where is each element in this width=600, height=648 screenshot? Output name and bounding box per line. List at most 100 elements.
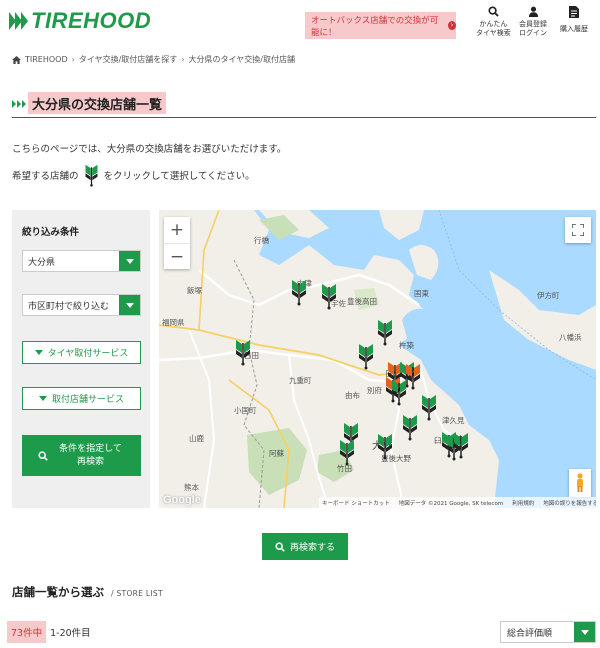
tirehood-logo[interactable]: TIREHOOD: [9, 8, 151, 34]
map-label-iizuka: 飯塚: [187, 286, 202, 295]
zoom-out-button[interactable]: −: [164, 243, 190, 269]
search-icon: [488, 6, 499, 17]
store-pin-icon[interactable]: [391, 378, 407, 406]
user-icon: [528, 6, 538, 17]
breadcrumb-find-store[interactable]: タイヤ交換/取付店舗を探す: [79, 54, 177, 65]
street-view-pegman[interactable]: [569, 469, 591, 497]
map-base: [159, 210, 596, 508]
breadcrumb-separator: ›: [181, 55, 185, 64]
zoom-in-button[interactable]: +: [164, 217, 190, 243]
filter-funnel-icon: [38, 396, 47, 401]
breadcrumb-current: 大分県のタイヤ交換/取付店舗: [188, 55, 295, 64]
map-label-beppu: 別府: [367, 386, 382, 395]
nav-tire-search[interactable]: かんたん タイヤ検索: [476, 6, 511, 38]
map-label-ikata: 伊方町: [537, 291, 560, 300]
chevron-down-icon: [119, 251, 140, 271]
result-count: 73件中 1-20件目: [7, 621, 91, 643]
logo-chevron-icon: [9, 12, 28, 30]
map-label-fukuoka: 福岡県: [162, 318, 185, 327]
search-icon: [37, 450, 48, 461]
map-label-kumamoto: 熊本: [184, 483, 199, 492]
nav-tire-search-line1: かんたん: [479, 20, 508, 28]
breadcrumb-home[interactable]: TIREHOOD: [25, 55, 68, 64]
filter-search-label: 条件を指定して再検索: [59, 443, 122, 467]
store-service-filter-label: 取付店舗サービス: [51, 395, 124, 405]
filter-funnel-icon: [34, 350, 43, 355]
intro-text-1: こちらのページでは、大分県の交換店舗をお選びいただけます。: [12, 144, 287, 155]
map-label-oguni: 小国町: [234, 406, 257, 415]
report-error-link[interactable]: 地図の誤りを報告する: [543, 499, 596, 507]
fullscreen-button[interactable]: [565, 217, 591, 243]
search-icon: [275, 541, 285, 552]
store-pin-icon[interactable]: [421, 393, 437, 421]
nav-login-line1: 会員登録: [519, 20, 547, 28]
total-count-badge: 73件中: [7, 621, 47, 643]
arrow-right-icon: ›: [448, 21, 456, 30]
tire-service-filter-button[interactable]: タイヤ取付サービス: [22, 341, 141, 364]
nav-purchase-history[interactable]: 購入履歴: [560, 6, 588, 34]
map-data-credit: 地図データ ©2021 Google, SK telecom: [398, 500, 504, 507]
store-pin-icon[interactable]: [321, 282, 337, 310]
prefecture-select[interactable]: 大分県: [22, 250, 141, 272]
chevron-down-icon: [119, 295, 140, 315]
store-service-filter-button[interactable]: 取付店舗サービス: [22, 387, 141, 410]
store-list-subtitle: / STORE LIST: [111, 589, 163, 598]
store-pin-icon[interactable]: [453, 431, 469, 459]
store-pin-icon[interactable]: [402, 413, 418, 441]
store-list-title: 店舗一覧から選ぶ: [12, 585, 104, 599]
store-pin-icon[interactable]: [377, 432, 393, 460]
intro-text-2-before: 希望する店舗の: [12, 171, 79, 182]
nav-tire-search-line2: タイヤ検索: [476, 29, 511, 37]
result-range: 1-20件目: [50, 628, 91, 639]
map-label-kitsuki: 杵築: [399, 341, 414, 350]
intro-text-2: 希望する店舗の をクリックして選択してください。: [12, 163, 255, 187]
google-logo[interactable]: Google: [163, 494, 201, 506]
city-select[interactable]: 市区町村で絞り込む: [22, 294, 141, 316]
store-pin-icon[interactable]: [339, 438, 355, 466]
fullscreen-icon: [572, 224, 584, 236]
store-pin-icon[interactable]: [358, 342, 374, 370]
nav-login-line2: ログイン: [519, 29, 547, 37]
nav-login[interactable]: 会員登録 ログイン: [519, 6, 547, 38]
map-attribution: キーボード ショートカット 地図データ ©2021 Google, SK tel…: [319, 497, 596, 508]
map-label-tsukumi: 津久見: [442, 416, 465, 425]
map-label-yawatahama: 八幡浜: [559, 333, 582, 342]
site-header: TIREHOOD オートバックス店舗での交換が可能に！ › かんたん タイヤ検索…: [0, 0, 600, 44]
terms-link[interactable]: 利用規約: [512, 499, 534, 507]
filter-title: 絞り込み条件: [22, 227, 80, 238]
tire-service-filter-label: タイヤ取付サービス: [47, 349, 129, 359]
map-label-bungotakada: 豊後高田: [347, 297, 377, 306]
nav-purchase-history-line1: 購入履歴: [560, 25, 588, 33]
prefecture-select-value: 大分県: [28, 257, 56, 268]
store-pin-icon[interactable]: [377, 318, 393, 346]
sort-select-value: 総合評価順: [507, 628, 553, 639]
map-label-kunisaki: 国東: [414, 289, 429, 298]
research-button[interactable]: 再検索する: [262, 533, 348, 560]
map-zoom-control: + −: [164, 217, 190, 269]
breadcrumb: TIREHOOD › タイヤ交換/取付店舗を探す › 大分県のタイヤ交換/取付店…: [12, 54, 295, 65]
city-select-value: 市区町村で絞り込む: [28, 301, 110, 312]
map-label-yukuhashi: 行橋: [254, 236, 269, 245]
page-title-row: 大分県の交換店舗一覧: [12, 92, 596, 118]
keyboard-shortcuts-link[interactable]: キーボード ショートカット: [322, 499, 390, 507]
store-list-heading: 店舗一覧から選ぶ / STORE LIST: [12, 584, 163, 600]
breadcrumb-separator: ›: [71, 55, 75, 64]
filter-search-button[interactable]: 条件を指定して再検索: [22, 435, 141, 476]
chevron-down-icon: [574, 622, 595, 642]
research-button-label: 再検索する: [289, 543, 335, 553]
filter-panel: 絞り込み条件 大分県 市区町村で絞り込む タイヤ取付サービス 取付店舗サービス …: [12, 210, 150, 508]
pegman-icon: [577, 473, 583, 492]
map-label-yamaga: 山鹿: [189, 434, 204, 443]
store-pin-icon[interactable]: [405, 362, 421, 390]
map-label-aso: 阿蘇: [269, 449, 284, 458]
home-icon: [12, 55, 21, 64]
intro-text-2-after: をクリックして選択してください。: [103, 171, 255, 182]
autobacs-promo-banner[interactable]: オートバックス店舗での交換が可能に！ ›: [305, 12, 456, 39]
page-title: 大分県の交換店舗一覧: [28, 92, 167, 114]
store-pin-icon[interactable]: [235, 338, 251, 366]
store-pin-icon[interactable]: [291, 278, 307, 306]
store-map[interactable]: 福岡県 大分 中津 豊後高田 国東 杵築 日出 別府 由布 日田 九重町 竹田 …: [159, 210, 596, 508]
map-label-kokonoe: 九重町: [289, 376, 312, 385]
sort-select[interactable]: 総合評価順: [500, 621, 596, 643]
document-icon: [569, 6, 579, 18]
